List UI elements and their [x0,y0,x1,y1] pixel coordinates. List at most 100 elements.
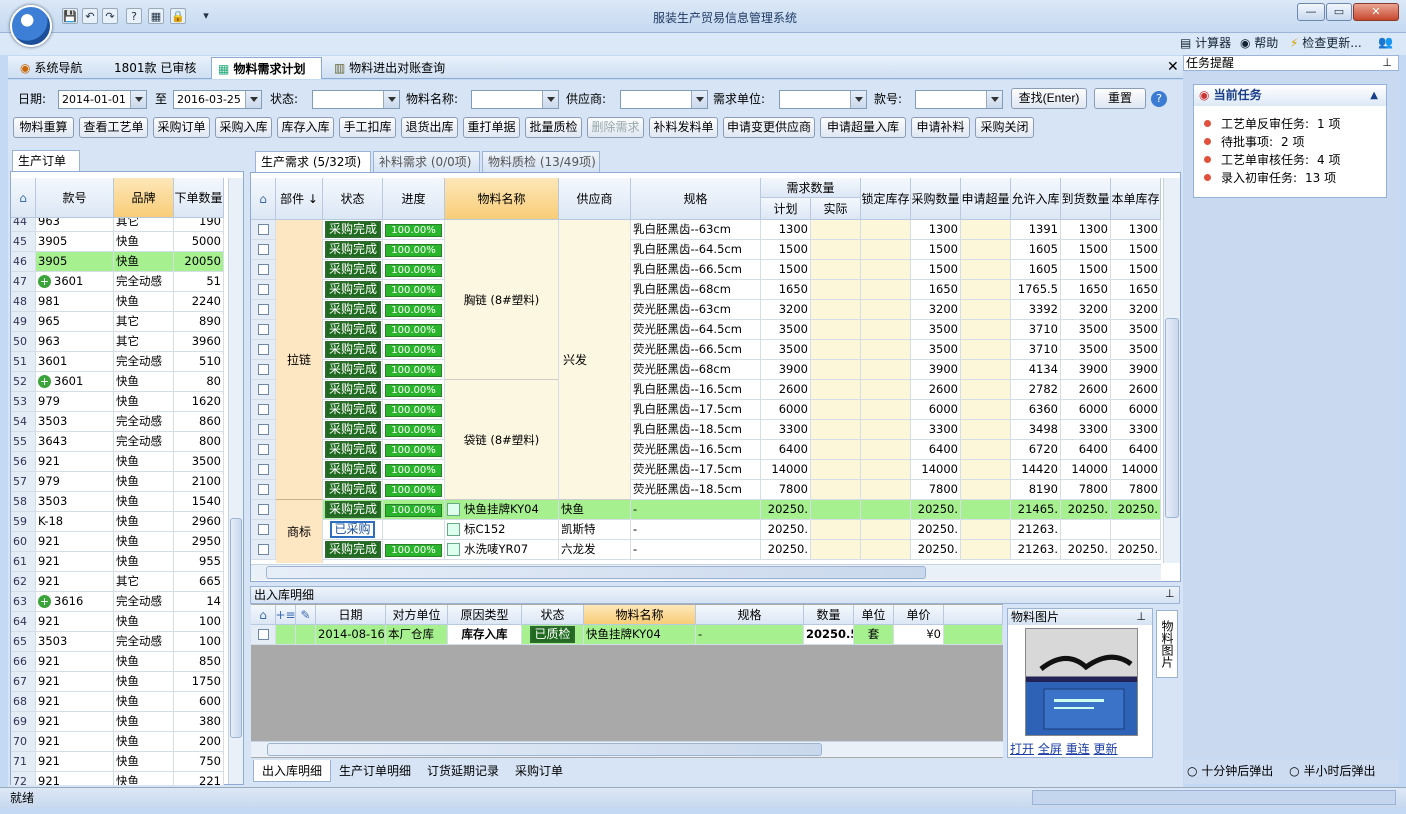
expand-icon[interactable]: + [38,375,51,388]
tab-material-plan[interactable]: ▦ 物料需求计划 [211,57,322,79]
io-h-scrollbar[interactable] [251,741,1003,757]
bottom-tab-0[interactable]: 出入库明细 [253,760,332,782]
close-window-button[interactable]: ✕ [1353,3,1399,21]
grid-h-scrollbar[interactable] [251,564,1161,580]
order-row[interactable]: 54 3503 完全动感 860 [11,412,224,432]
grid-row[interactable]: 采购完成 100.00% 乳白胚黑齿--64.5cm 1500 1500 1605 1500… [251,240,1161,260]
action-button-11[interactable]: 申请变更供应商 [723,117,815,138]
row-checkbox[interactable] [257,404,269,415]
col-arrived[interactable]: 到货数量 [1061,178,1111,220]
scroll-thumb[interactable] [230,518,242,738]
grid-row[interactable]: 采购完成 100.00% 荧光胚黑齿--18.5cm 7800 7800 8190 7800… [251,480,1161,500]
order-row[interactable]: 72 921 快鱼 221 [11,772,224,785]
image-icon[interactable] [447,523,460,536]
help-button[interactable]: ◉ 帮助 [1240,35,1278,51]
material-select[interactable] [471,90,559,109]
order-row[interactable]: 70 921 快鱼 200 [11,732,224,752]
grid-row[interactable]: 已采购 标C152 凯斯特 -20250. 20250. 21263. [251,520,1161,540]
reconnect-link[interactable]: 重连 [1066,742,1090,756]
row-checkbox[interactable] [257,364,269,375]
action-button-1[interactable]: 查看工艺单 [79,117,148,138]
col-spec[interactable]: 规格 [696,605,804,625]
tab-production-orders[interactable]: 生产订单 [12,150,80,171]
col-supplier[interactable]: 供应商 [559,178,631,220]
col-part[interactable]: 部件 ↓ [276,178,323,220]
grid-row[interactable]: 采购完成 100.00% 荧光胚黑齿--66.5cm 3500 3500 3710 3500… [251,340,1161,360]
search-button[interactable]: 查找(Enter) [1011,88,1087,109]
row-checkbox[interactable] [257,484,269,495]
bottom-tab-1[interactable]: 生产订单明细 [331,760,419,782]
order-row[interactable]: 51 3601 完全动感 510 [11,352,224,372]
edit-icon[interactable]: ✎ [296,605,316,625]
unit-select[interactable] [779,90,867,109]
col-material[interactable]: 物料名称 [445,178,559,220]
row-checkbox[interactable] [257,284,269,295]
col-unit[interactable]: 单位 [854,605,894,625]
row-checkbox[interactable] [257,244,269,255]
action-button-13[interactable]: 申请补料 [911,117,970,138]
redo-icon[interactable]: ↷ [102,8,118,24]
io-row-checkbox[interactable] [257,629,269,640]
image-icon[interactable] [447,503,460,516]
action-button-7[interactable]: 重打单据 [463,117,520,138]
users-icon[interactable]: 👥 [1378,35,1396,51]
grid-row[interactable]: 采购完成 100.00% 荧光胚黑齿--16.5cm 6400 6400 6720 6400… [251,440,1161,460]
order-row[interactable]: 50 963 其它 3960 [11,332,224,352]
order-row[interactable]: 65 3503 完全动感 100 [11,632,224,652]
col-price[interactable]: 单价 [894,605,944,625]
task-item[interactable]: 录入初审任务: 13 项 [1204,169,1384,187]
task-item[interactable]: 工艺单审核任务: 4 项 [1204,151,1384,169]
pin-icon[interactable]: ⊥ [1165,587,1175,600]
order-row[interactable]: 46 3905 快鱼 20050 [11,252,224,272]
order-row[interactable]: 55 3643 完全动感 800 [11,432,224,452]
grid-row[interactable]: 采购完成 100.00% 快鱼挂牌KY04 快鱼 -20250. 20250. 21465.… [251,500,1161,520]
tab-system-nav[interactable]: ◉ 系统导航 [14,57,88,79]
col-stock[interactable]: 本单库存 [1111,178,1161,220]
pin-icon[interactable]: ⊥ [1382,56,1392,70]
open-link[interactable]: 打开 [1010,742,1034,756]
order-row[interactable]: 63 +3616 完全动感 14 [11,592,224,612]
action-button-3[interactable]: 采购入库 [215,117,272,138]
app-menu-button[interactable] [10,5,52,47]
row-checkbox[interactable] [257,424,269,435]
action-button-2[interactable]: 采购订单 [153,117,210,138]
action-button-14[interactable]: 采购关闭 [975,117,1034,138]
minimize-button[interactable]: — [1297,3,1325,21]
supplier-select[interactable] [620,90,708,109]
tab-material-reconcile[interactable]: ▥ 物料进出对账查询 [328,57,451,79]
action-button-9[interactable]: 删除需求 [587,117,644,138]
tab-supplement-demand[interactable]: 补料需求 (0/0项) [373,151,480,172]
ten-minutes-option[interactable]: ○ 十分钟后弹出 [1187,764,1273,778]
grid-row[interactable]: 采购完成 100.00% 乳白胚黑齿--17.5cm 6000 6000 6360 6000… [251,400,1161,420]
grid-icon[interactable]: ▦ [148,8,164,24]
current-tasks-header[interactable]: ◉ 当前任务 ▲ [1194,85,1386,106]
bottom-tab-3[interactable]: 采购订单 [507,760,571,782]
scroll-thumb[interactable] [1165,318,1179,518]
scroll-thumb[interactable] [266,566,926,579]
left-scrollbar[interactable] [228,178,243,784]
image-icon[interactable] [447,543,460,556]
close-tab-icon[interactable]: ✕ [1167,59,1179,75]
reset-button[interactable]: 重置 [1094,88,1146,109]
picture-side-tab[interactable]: 物料图片 [1156,610,1178,678]
order-row[interactable]: 60 921 快鱼 2950 [11,532,224,552]
maximize-button[interactable]: ▭ [1326,3,1352,21]
row-checkbox[interactable] [257,304,269,315]
order-row[interactable]: 62 921 其它 665 [11,572,224,592]
help-circle-icon[interactable]: ? [1151,91,1167,107]
task-item[interactable]: 待批事项: 2 项 [1204,133,1384,151]
row-checkbox[interactable] [257,224,269,235]
grid-row[interactable]: 采购完成 100.00% 乳白胚黑齿--68cm 1650 1650 1765.5 1650… [251,280,1161,300]
tab-production-demand[interactable]: 生产需求 (5/32项) [255,151,371,172]
row-checkbox[interactable] [257,444,269,455]
col-purchase[interactable]: 采购数量 [911,178,961,220]
row-checkbox[interactable] [257,524,269,535]
order-row[interactable]: 69 921 快鱼 380 [11,712,224,732]
grid-row[interactable]: 采购完成 100.00% 荧光胚黑齿--63cm 3200 3200 3392 3200 32… [251,300,1161,320]
row-checkbox[interactable] [257,464,269,475]
grid-row[interactable]: 采购完成 100.00% 荧光胚黑齿--17.5cm 14000 14000 14420 1… [251,460,1161,480]
row-checkbox[interactable] [257,344,269,355]
col-more[interactable] [944,605,1003,625]
col-style-no[interactable]: 款号 [36,178,114,218]
action-button-12[interactable]: 申请超量入库 [820,117,906,138]
